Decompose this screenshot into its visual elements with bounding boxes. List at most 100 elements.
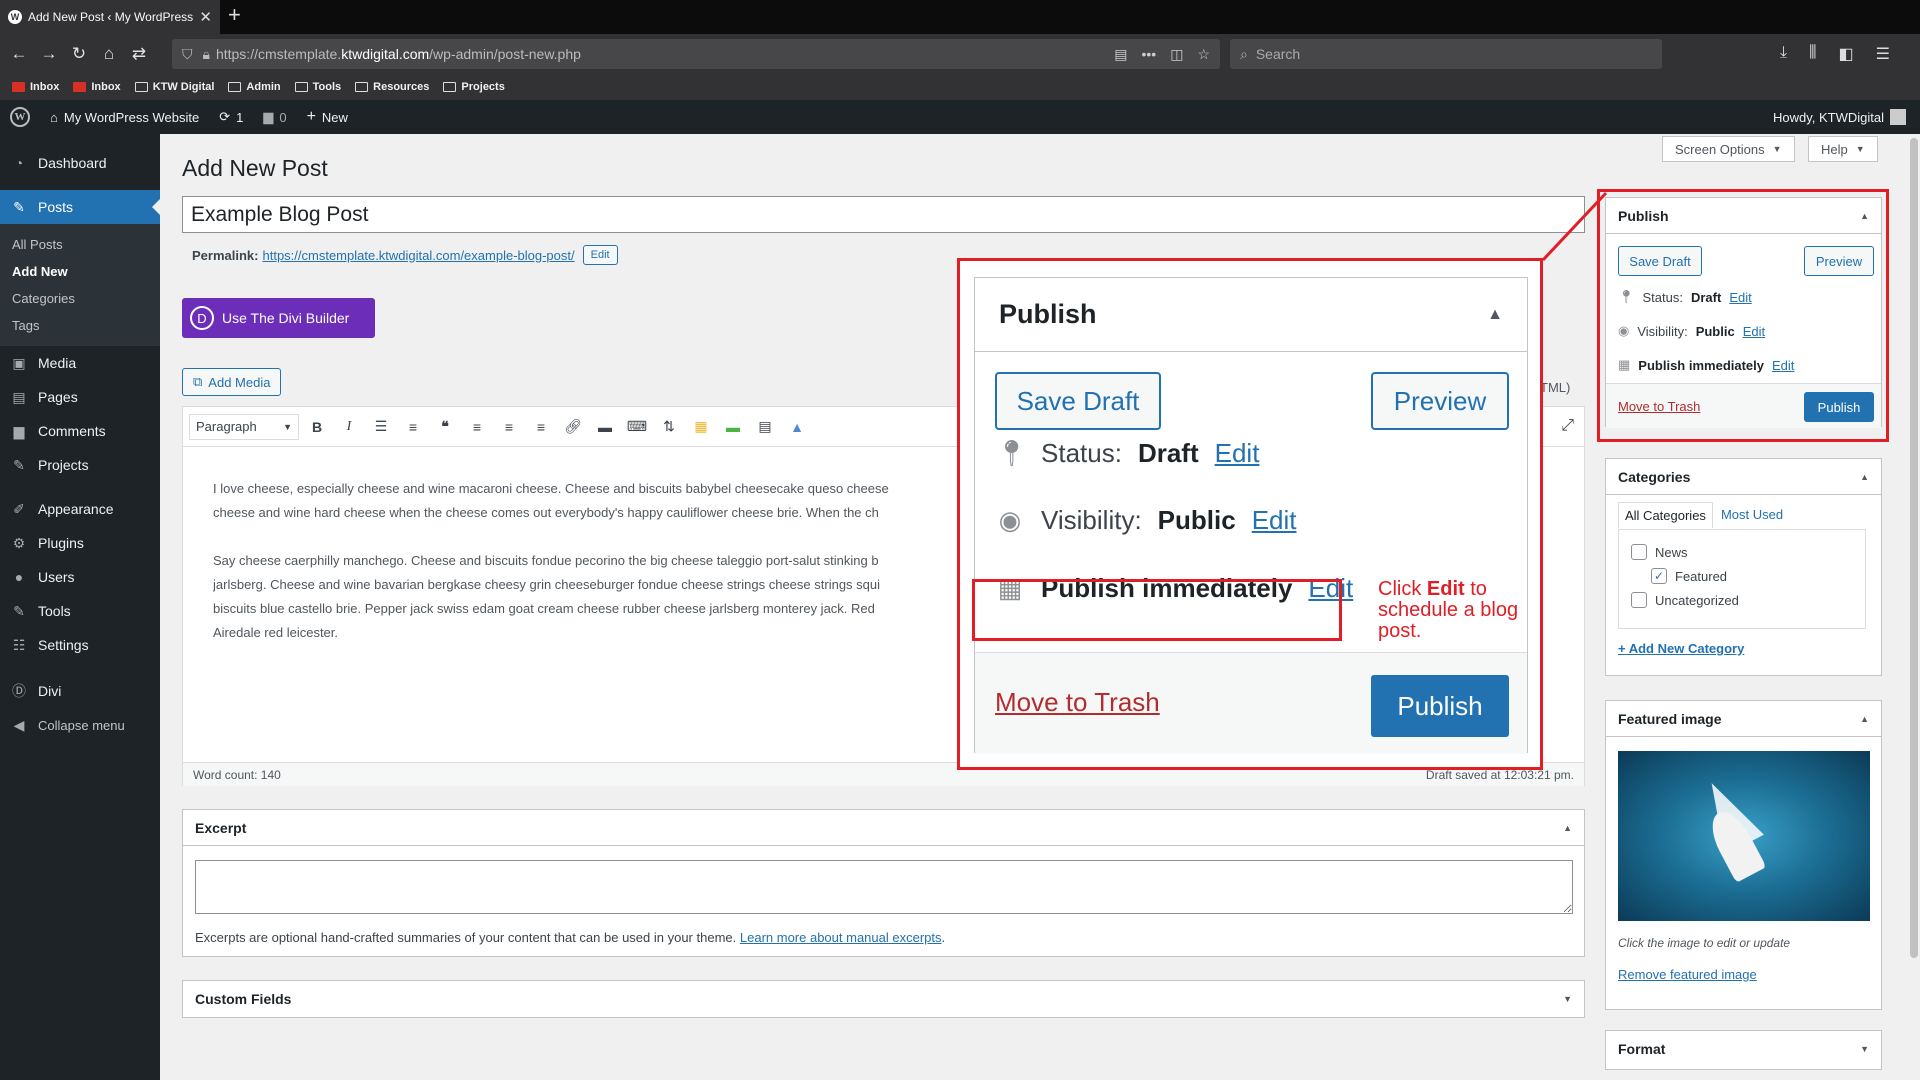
category-news[interactable]: News (1631, 540, 1853, 564)
new-tab-button[interactable]: + (228, 2, 241, 28)
category-featured[interactable]: ✓ Featured (1631, 564, 1853, 588)
link-icon[interactable]: 🔗︎ (559, 418, 587, 435)
layout-icon[interactable]: ▬ (719, 419, 747, 435)
menu-hamburger-icon[interactable]: ☰ (1876, 44, 1890, 64)
new-content-link[interactable]: + New (297, 100, 358, 134)
add-new-category-link[interactable]: + Add New Category (1618, 641, 1744, 656)
remove-featured-image-link[interactable]: Remove featured image (1618, 967, 1757, 982)
bookmark-resources[interactable]: Resources (355, 81, 429, 93)
sidebar-item-media[interactable]: ▣ Media (0, 346, 160, 380)
user-shortcode-icon[interactable]: ▲ (783, 419, 811, 435)
wp-logo-menu[interactable]: W (0, 100, 40, 134)
bookmark-star-icon[interactable]: ☆ (1197, 46, 1210, 63)
custom-fields-header[interactable]: Custom Fields ▼ (183, 981, 1584, 1017)
category-uncategorized[interactable]: Uncategorized (1631, 588, 1853, 612)
bookmark-projects[interactable]: Projects (443, 81, 505, 93)
sidebar-item-tools[interactable]: ✎ Tools (0, 594, 160, 628)
categories-header[interactable]: Categories ▲ (1606, 459, 1881, 495)
bullet-list-icon[interactable]: ☰ (367, 418, 395, 435)
page-scrollbar[interactable] (1908, 134, 1920, 1080)
bookmark-inbox-1[interactable]: Inbox (12, 81, 59, 93)
excerpt-textarea[interactable] (195, 860, 1573, 914)
fullscreen-icon[interactable]: ⤢ (1561, 417, 1574, 435)
reload-icon[interactable]: ↻ (64, 44, 94, 64)
tab-most-used[interactable]: Most Used (1713, 502, 1791, 528)
tab-all-categories[interactable]: All Categories (1618, 502, 1713, 528)
permalink-url[interactable]: https://cmstemplate.ktwdigital.com/examp… (262, 248, 574, 263)
caret-down-icon[interactable]: ▼ (1860, 1044, 1869, 1054)
permalink-edit-button[interactable]: Edit (582, 245, 618, 265)
sidebar-item-divi[interactable]: Ⓓ Divi (0, 674, 160, 708)
reader-view-icon[interactable]: ▤ (1114, 46, 1127, 63)
close-tab-icon[interactable]: ✕ (199, 8, 212, 26)
submenu-categories[interactable]: Categories (0, 285, 160, 312)
post-title-input[interactable]: Example Blog Post (182, 196, 1585, 233)
site-name-link[interactable]: ⌂ My WordPress Website (40, 100, 209, 134)
checkbox[interactable] (1631, 544, 1647, 560)
browser-tab[interactable]: W Add New Post ‹ My WordPress ✕ (0, 0, 220, 34)
excerpt-header[interactable]: Excerpt ▲ (183, 810, 1584, 846)
bold-icon[interactable]: B (303, 419, 331, 435)
submenu-add-new[interactable]: Add New (0, 258, 160, 285)
sidebar-item-plugins[interactable]: ⚙ Plugins (0, 526, 160, 560)
divider-icon[interactable]: ▤ (751, 418, 779, 435)
sidebar-item-appearance[interactable]: ✐ Appearance (0, 492, 160, 526)
submenu-tags[interactable]: Tags (0, 312, 160, 339)
bookmark-ktw-digital[interactable]: KTW Digital (134, 81, 214, 93)
sidebar-item-posts[interactable]: ✎ Posts (0, 190, 160, 224)
forward-icon[interactable]: → (34, 44, 64, 64)
scrollbar-thumb[interactable] (1910, 138, 1918, 958)
home-icon[interactable]: ⌂ (94, 44, 124, 64)
sidebar-item-pages[interactable]: ▤ Pages (0, 380, 160, 414)
align-right-icon[interactable]: ≡ (527, 419, 555, 435)
italic-icon[interactable]: I (335, 419, 363, 435)
browser-search-bar[interactable]: ⌕ Search (1230, 39, 1662, 69)
page-actions-icon[interactable]: ••• (1141, 46, 1156, 63)
numbered-list-icon[interactable]: ≡ (399, 419, 427, 435)
sidebar-item-comments[interactable]: ▆ Comments (0, 414, 160, 448)
caret-up-icon[interactable]: ▲ (1860, 472, 1869, 482)
align-center-icon[interactable]: ≡ (495, 419, 523, 435)
help-button[interactable]: Help ▼ (1808, 136, 1878, 162)
align-left-icon[interactable]: ≡ (463, 419, 491, 435)
color-palette-icon[interactable]: ▦ (687, 418, 715, 435)
caret-up-icon[interactable]: ▲ (1563, 823, 1572, 833)
bookmark-admin[interactable]: Admin (228, 81, 281, 93)
sidebar-item-dashboard[interactable]: ◔ Dashboard (0, 146, 160, 180)
text-tab-fragment[interactable]: TML) (1540, 380, 1570, 395)
sidebar-item-settings[interactable]: ☷ Settings (0, 628, 160, 662)
excerpt-learn-more-link[interactable]: Learn more about manual excerpts (740, 930, 942, 945)
library-icon[interactable]: ⫼ (1809, 44, 1816, 64)
pocket-icon[interactable]: ◫ (1170, 46, 1183, 63)
featured-image-thumbnail[interactable] (1618, 751, 1870, 921)
checkbox[interactable] (1631, 592, 1647, 608)
bookmark-inbox-2[interactable]: Inbox (73, 81, 121, 93)
account-menu[interactable]: Howdy, KTWDigital (1773, 109, 1920, 125)
sidebar-item-users[interactable]: ● Users (0, 560, 160, 594)
add-media-button[interactable]: ⧉ Add Media (182, 368, 282, 396)
format-select[interactable]: Paragraph ▼ (189, 413, 299, 440)
submenu-all-posts[interactable]: All Posts (0, 231, 160, 258)
toolbar-toggle-icon[interactable]: ⌨ (623, 418, 651, 435)
featured-image-header[interactable]: Featured image ▲ (1606, 701, 1881, 737)
back-icon[interactable]: ← (4, 44, 34, 64)
blockquote-icon[interactable]: ❝ (431, 418, 459, 435)
updates-link[interactable]: ⟳ 1 (209, 100, 253, 134)
library-sync-icon[interactable]: ⇄ (124, 44, 154, 64)
sidebar-collapse-menu[interactable]: ◀ Collapse menu (0, 708, 160, 742)
editor-content[interactable]: I love cheese, especially cheese and win… (213, 477, 1013, 677)
checkbox-checked[interactable]: ✓ (1651, 568, 1667, 584)
url-bar[interactable]: ⛉ 🔒︎ https://cmstemplate. ktwdigital.com /… (172, 39, 1220, 69)
sidebar-item-projects[interactable]: ✎ Projects (0, 448, 160, 482)
format-header[interactable]: Format ▼ (1606, 1031, 1881, 1067)
bookmark-tools[interactable]: Tools (294, 81, 341, 93)
sidebar-toggle-icon[interactable]: ◧ (1838, 44, 1853, 64)
comments-link[interactable]: ▆ 0 (253, 100, 296, 134)
caret-down-icon[interactable]: ▼ (1563, 994, 1572, 1004)
divi-shortcode-icon[interactable]: ⇅ (655, 418, 683, 435)
screen-options-button[interactable]: Screen Options ▼ (1662, 136, 1795, 162)
read-more-icon[interactable]: ▬ (591, 419, 619, 435)
use-divi-builder-button[interactable]: D Use The Divi Builder (182, 298, 375, 338)
downloads-icon[interactable]: ⤓ (1780, 44, 1787, 64)
caret-up-icon[interactable]: ▲ (1860, 714, 1869, 724)
